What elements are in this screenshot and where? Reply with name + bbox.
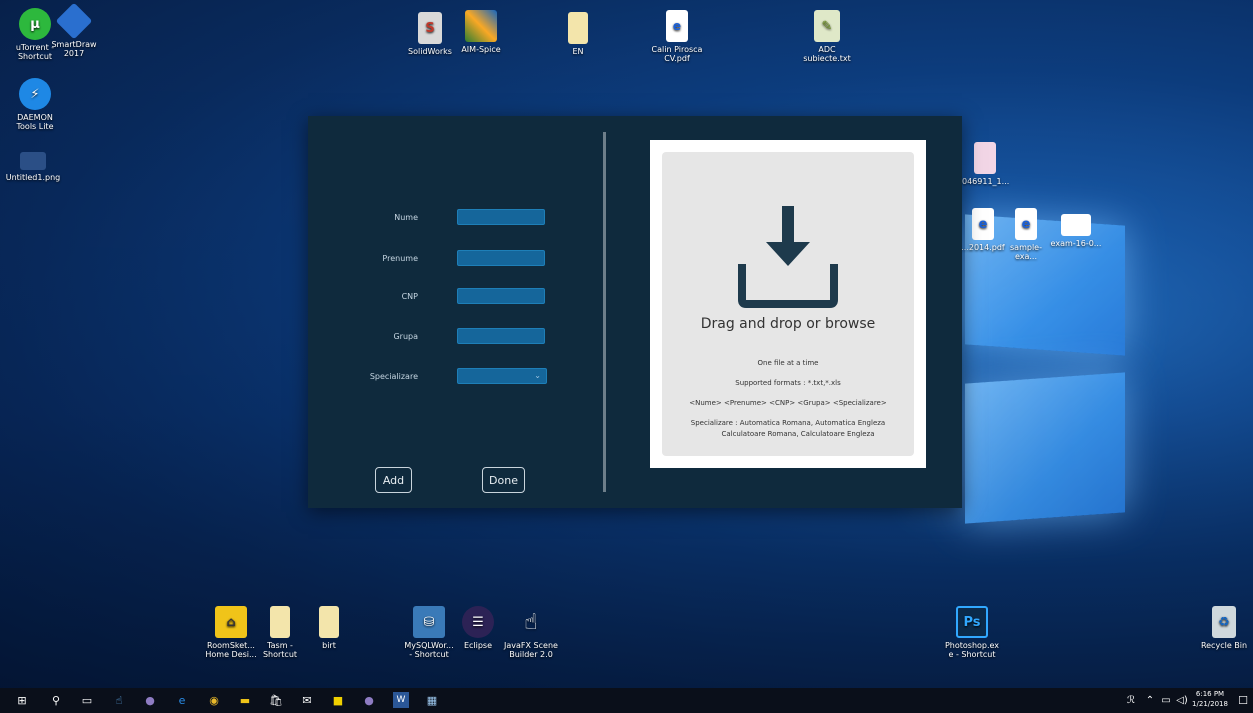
desktop-icon-right-pdf2[interactable]: e sample-exa...	[1000, 208, 1052, 261]
mail-icon[interactable]: ✉	[299, 692, 315, 708]
file-explorer-icon[interactable]: ▬	[237, 692, 253, 708]
grupa-input[interactable]	[457, 328, 545, 344]
action-center-icon[interactable]: ☐	[1235, 692, 1251, 708]
desktop-icon-right-doc[interactable]: exam-16-0...	[1048, 208, 1104, 248]
student-import-window: Nume Prenume CNP Grupa Specializare ⌄ Ad…	[308, 116, 962, 508]
chevron-down-icon: ⌄	[534, 371, 541, 380]
folder-icon	[270, 606, 290, 638]
cnp-input[interactable]	[457, 288, 545, 304]
desktop-icon-daemon-tools[interactable]: ⚡ DAEMON Tools Lite	[0, 78, 72, 131]
desktop-icon-label: DAEMON Tools Lite	[16, 113, 54, 131]
dropzone[interactable]: Drag and drop or browse One file at a ti…	[650, 140, 926, 468]
aimspice-icon	[465, 10, 497, 42]
desktop-icon-label: exam-16-0...	[1050, 239, 1102, 248]
document-icon	[1061, 214, 1091, 236]
network-icon[interactable]: ▭	[1158, 692, 1174, 708]
dropzone-note-specializare-2: Calculatoare Romana, Calculatoare Englez…	[721, 430, 875, 438]
dropzone-inner: Drag and drop or browse One file at a ti…	[662, 152, 914, 456]
java-app-icon[interactable]: ▦	[424, 692, 440, 708]
divider	[603, 132, 606, 492]
search-icon[interactable]: ⚲	[48, 692, 64, 708]
task-view-icon[interactable]: ▭	[79, 692, 95, 708]
eclipse-icon[interactable]: ●	[361, 692, 377, 708]
field-label-nume: Nume	[394, 213, 418, 222]
desktop-icon-aim-spice[interactable]: AIM-Spice	[444, 10, 518, 54]
sticky-notes-icon[interactable]: ■	[330, 692, 346, 708]
pdf-icon: e	[666, 10, 688, 42]
desktop-icon-label: 046911_1...	[962, 177, 1010, 186]
folder-icon	[319, 606, 339, 638]
desktop-icon-smartdraw[interactable]: SmartDraw 2017	[37, 2, 111, 58]
desktop-icon-label: JavaFX Scene Builder 2.0	[504, 641, 558, 659]
dropzone-title: Drag and drop or browse	[700, 316, 876, 332]
desktop-icon-birt[interactable]: birt	[292, 606, 366, 650]
word-icon[interactable]: W	[393, 692, 409, 708]
desktop-icon-label: Recycle Bin	[1200, 641, 1248, 650]
clock-time[interactable]: 6:16 PM	[1190, 690, 1230, 698]
desktop-icon-untitled-png[interactable]: Untitled1.png	[0, 152, 70, 182]
volume-icon[interactable]: ◁)	[1174, 692, 1190, 708]
wallpaper-pane-bottom-right	[965, 372, 1125, 524]
desktop-icon-label: Photoshop.ex e - Shortcut	[944, 641, 1000, 659]
desktop-icon-adc-txt[interactable]: ✎ ADC subiecte.txt	[790, 10, 864, 63]
field-label-cnp: CNP	[401, 292, 418, 301]
add-button[interactable]: Add	[375, 467, 412, 493]
pdf-icon: e	[972, 208, 994, 240]
pdf-icon: e	[1015, 208, 1037, 240]
field-label-specializare: Specializare	[369, 372, 418, 381]
edge-icon[interactable]: e	[174, 692, 190, 708]
folder-icon	[568, 12, 588, 44]
start-icon[interactable]: ⊞	[14, 692, 30, 708]
chevron-up-icon[interactable]: ⌃	[1142, 692, 1158, 708]
recycle-bin-icon: ♻	[1212, 606, 1236, 638]
daemon-tools-icon: ⚡	[19, 78, 51, 110]
dropzone-note-columns: <Nume> <Prenume> <CNP> <Grupa> <Speciali…	[689, 399, 887, 407]
eclipse-icon[interactable]: ●	[142, 692, 158, 708]
desktop-icon-right-image[interactable]: 046911_1...	[960, 142, 1010, 186]
dropzone-note-formats: Supported formats : *.txt,*.xls	[735, 379, 841, 387]
taskbar: ⊞ ⚲ ▭ ☝ ● e ◉ ▬ 🛍 ✉ ■ ● W ▦ ℛ ⌃ ▭ ◁) 6:1…	[0, 688, 1253, 713]
nume-input[interactable]	[457, 209, 545, 225]
desktop-icon-cv-pdf[interactable]: e Calin Pirosca CV.pdf	[640, 10, 714, 63]
desktop-icon-label: sample-exa...	[1010, 243, 1042, 261]
download-icon	[738, 206, 838, 308]
people-icon[interactable]: ℛ	[1123, 692, 1139, 708]
photoshop-icon: Ps	[956, 606, 988, 638]
desktop-icon-photoshop[interactable]: Ps Photoshop.ex e - Shortcut	[935, 606, 1009, 659]
desktop-icon-scenebuilder[interactable]: ☝ JavaFX Scene Builder 2.0	[494, 606, 568, 659]
desktop-icon-en[interactable]: EN	[541, 12, 615, 56]
notepad-icon: ✎	[814, 10, 840, 42]
desktop-icon-label: ADC subiecte.txt	[803, 45, 851, 63]
specializare-select[interactable]: ⌄	[457, 368, 547, 384]
prenume-input[interactable]	[457, 250, 545, 266]
field-label-grupa: Grupa	[393, 332, 418, 341]
field-label-prenume: Prenume	[382, 254, 418, 263]
desktop-icon-recycle-bin[interactable]: ♻ Recycle Bin	[1187, 606, 1253, 650]
desktop-icon-label: SmartDraw 2017	[51, 40, 97, 58]
dropzone-note-specializare-1: Specializare : Automatica Romana, Automa…	[690, 419, 886, 427]
done-button[interactable]: Done	[482, 467, 525, 493]
desktop-icon-label: AIM-Spice	[461, 45, 501, 54]
solidworks-icon: S	[418, 12, 442, 44]
scenebuilder-icon: ☝	[524, 609, 538, 635]
desktop-icon-label: EN	[572, 47, 584, 56]
smartdraw-icon	[55, 2, 93, 40]
desktop-icon-label: birt	[322, 641, 336, 650]
desktop-icon-label: Untitled1.png	[5, 173, 61, 182]
scenebuilder-icon[interactable]: ☝	[111, 692, 127, 708]
eclipse-icon: ☰	[462, 606, 494, 638]
clock-date[interactable]: 1/21/2018	[1190, 700, 1230, 708]
image-file-icon	[20, 152, 46, 170]
store-icon[interactable]: 🛍	[268, 692, 284, 708]
image-file-icon	[974, 142, 996, 174]
dropzone-note-one-file: One file at a time	[757, 359, 819, 367]
chrome-icon[interactable]: ◉	[206, 692, 222, 708]
desktop-icon-label: Calin Pirosca CV.pdf	[651, 45, 703, 63]
